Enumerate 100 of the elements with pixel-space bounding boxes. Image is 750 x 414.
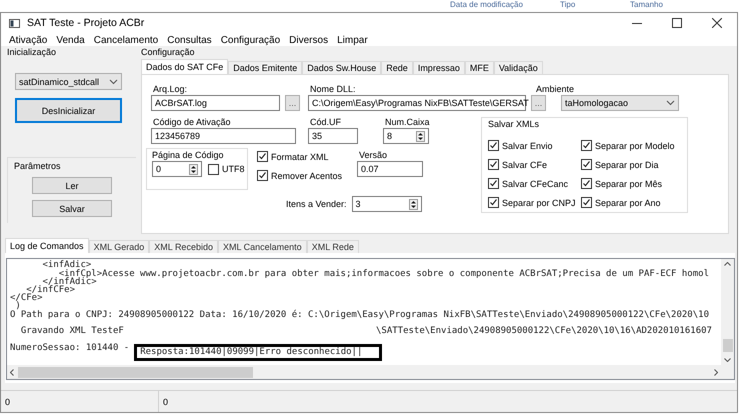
group-title: Salvar XMLs <box>488 119 540 130</box>
group-title: Página de Código <box>152 150 224 160</box>
menu-item[interactable]: Venda <box>56 34 85 46</box>
menu-item[interactable]: Ativação <box>9 34 48 46</box>
menu-item[interactable]: Limpar <box>337 34 368 46</box>
text-field[interactable]: ACBrSAT.log <box>151 95 280 112</box>
status-text: 0 <box>5 397 10 408</box>
column-header[interactable]: Tamanho <box>630 0 690 9</box>
tab[interactable]: Rede <box>381 61 413 74</box>
log-line: NumeroSessao: 101440 - <box>10 344 130 352</box>
menu-item[interactable]: Consultas <box>167 34 212 46</box>
tab[interactable]: XML Cancelamento <box>218 240 307 254</box>
field-label: Itens a Vender: <box>286 199 347 210</box>
spin-field[interactable]: 8 <box>383 128 429 144</box>
menu-item[interactable]: Cancelamento <box>94 34 158 46</box>
close-icon[interactable] <box>712 18 722 28</box>
log-line: <infAdic> <box>42 261 92 270</box>
log-line: \SATTeste\Enviado\24908905000122\CFe\2020\10\16\AD202010161607 <box>376 326 712 336</box>
field-label: Código de Ativação <box>152 117 232 128</box>
spin-field[interactable]: 0 <box>152 161 202 178</box>
checkbox-label[interactable]: Salvar CFe <box>502 160 548 170</box>
checkbox[interactable] <box>257 170 268 182</box>
log-line: </infCFe> <box>26 286 76 294</box>
text-field[interactable]: 123456789 <box>151 128 296 144</box>
tab[interactable]: XML Gerado <box>88 240 150 254</box>
chevron-down-icon <box>109 78 118 85</box>
tab[interactable]: XML Recebido <box>149 240 218 254</box>
checkbox[interactable] <box>581 140 592 152</box>
app-icon <box>9 18 20 28</box>
checkbox-label[interactable]: Separar por Mês <box>595 178 662 189</box>
checkbox-label[interactable]: Separar por Ano <box>595 198 661 208</box>
model-dropdown[interactable]: satDinamico_stdcall <box>15 73 122 90</box>
environment-dropdown[interactable]: taHomologacao <box>561 95 679 112</box>
tab[interactable]: Log de Comandos <box>5 238 89 254</box>
save-button[interactable]: Salvar <box>32 200 112 218</box>
log-line: </CFe> <box>10 294 44 302</box>
log-line: <infCpl>Acesse www.projetoacbr.com.br para obter mais;informacoes sobre o componente ACBrSAT;Precisa de um PAF-ECF homol <box>58 270 710 278</box>
scroll-left-icon[interactable] <box>10 368 14 376</box>
menu-item[interactable]: Diversos <box>289 34 328 46</box>
scroll-down-icon[interactable] <box>724 358 731 362</box>
checkbox-label[interactable]: Remover Acentos <box>271 170 342 181</box>
highlighted-response: Resposta:101440|09099|Erro desconhecido|| <box>134 344 382 362</box>
tab[interactable]: MFE <box>464 61 494 74</box>
tab[interactable]: Dados Sw.House <box>302 61 382 74</box>
minimize-icon[interactable] <box>632 22 642 24</box>
log-line: </infAdic> <box>42 278 97 286</box>
menu-item[interactable]: Configuração <box>220 34 280 46</box>
checkbox[interactable] <box>488 197 499 208</box>
group-title: Parâmetros <box>14 161 61 172</box>
vertical-scrollbar[interactable] <box>721 259 734 366</box>
checkbox-label[interactable]: Separar por Modelo <box>595 140 675 151</box>
checkbox-label[interactable]: Salvar Envio <box>502 140 553 151</box>
window-title: SAT Teste - Projeto ACBr <box>27 17 146 30</box>
horizontal-scrollbar[interactable] <box>7 365 721 380</box>
checkbox[interactable] <box>488 178 499 190</box>
tab[interactable]: Dados Emitente <box>228 61 302 74</box>
chevron-down-icon <box>666 100 675 106</box>
read-button[interactable]: Ler <box>32 177 112 194</box>
log-line: Gravando XML TesteF <box>20 326 125 336</box>
browse-button[interactable]: ... <box>285 95 300 112</box>
checkbox-label[interactable]: Formatar XML <box>271 152 329 162</box>
field-label: Ambiente <box>536 84 576 94</box>
field-label: Num.Caixa <box>384 117 430 128</box>
field-label: Cód.UF <box>309 117 342 128</box>
maximize-icon[interactable] <box>672 18 682 28</box>
browse-button[interactable]: ... <box>531 95 546 112</box>
scroll-up-icon[interactable] <box>724 262 731 266</box>
tab[interactable]: Impressao <box>412 61 465 74</box>
deinitialize-button[interactable]: DesInicializar <box>15 98 122 124</box>
checkbox-label[interactable]: Salvar CFeCanc <box>502 178 568 189</box>
checkbox[interactable] <box>581 178 592 190</box>
checkbox[interactable] <box>581 197 592 208</box>
text-field[interactable]: C:\Origem\Easy\Programas NixFB\SATTeste\GERSAT <box>308 95 526 112</box>
column-header[interactable]: Tipo <box>560 0 630 9</box>
column-header[interactable]: Data de modificação <box>450 0 560 9</box>
checkbox-label[interactable]: Separar por CNPJ <box>502 198 576 208</box>
checkbox-label[interactable]: Separar por Dia <box>595 160 659 170</box>
spin-arrows-icon[interactable] <box>408 198 418 210</box>
text-field[interactable]: 0.07 <box>357 161 423 178</box>
checkbox[interactable] <box>488 140 499 152</box>
spin-arrows-icon[interactable] <box>416 130 425 142</box>
checkbox[interactable] <box>581 159 592 170</box>
tab[interactable]: Dados do SAT CFe <box>141 59 228 74</box>
checkbox[interactable] <box>257 151 268 162</box>
group-title: Inicialização <box>7 47 58 58</box>
checkbox-label[interactable]: UTF8 <box>222 164 244 174</box>
tab[interactable]: Validação <box>494 61 543 74</box>
checkbox[interactable] <box>208 164 219 175</box>
spin-field[interactable]: 3 <box>352 196 422 212</box>
status-text: 0 <box>163 397 168 408</box>
field-label: Versão <box>358 150 388 160</box>
scroll-right-icon[interactable] <box>714 368 718 376</box>
text-field[interactable]: 35 <box>308 128 358 144</box>
field-label: Arq.Log: <box>152 84 188 94</box>
tab[interactable]: XML Rede <box>306 240 359 254</box>
group-title: Configuração <box>141 47 195 58</box>
scroll-thumb[interactable] <box>18 366 253 378</box>
spin-arrows-icon[interactable] <box>189 164 198 175</box>
checkbox[interactable] <box>488 159 499 170</box>
scroll-thumb[interactable] <box>722 339 732 352</box>
